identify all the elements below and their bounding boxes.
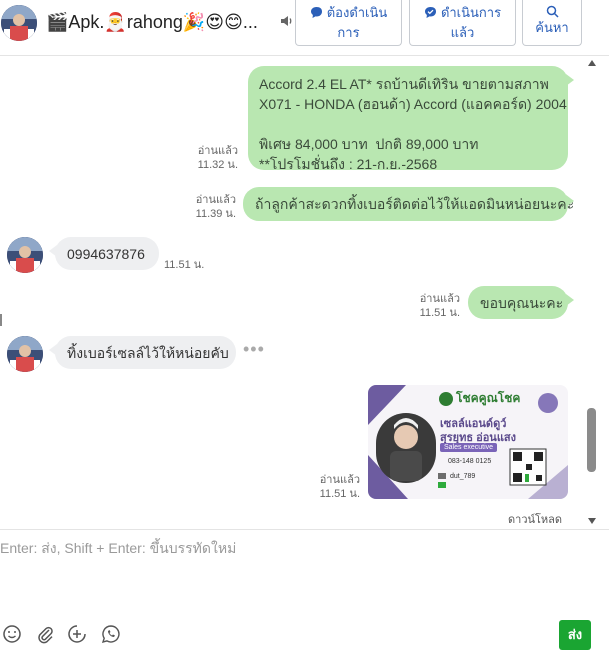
- chat-title: 🎬Apk.🎅rahong🎉😍😊...: [46, 12, 258, 32]
- done-label: ดำเนินการ แล้ว: [440, 5, 502, 40]
- speaker-icon[interactable]: [279, 13, 295, 29]
- message-meta: อ่านแล้ว 11.39 น.: [188, 193, 236, 221]
- whatsapp-icon[interactable]: [101, 624, 121, 644]
- add-icon[interactable]: [67, 624, 87, 644]
- message-composer: ส่ง: [0, 529, 609, 659]
- chat-check-icon: [424, 7, 436, 18]
- card-role: Sales executive: [440, 443, 498, 452]
- message-time: 11.51 น.: [164, 259, 205, 271]
- message-bubble-incoming[interactable]: ทิ้งเบอร์เซลล์ไว้ให้หน่อยคับ: [49, 336, 236, 369]
- card-line: dut_789: [450, 473, 476, 480]
- scroll-down-arrow-icon[interactable]: [588, 518, 596, 524]
- read-status: อ่านแล้ว: [419, 293, 460, 305]
- message-time: 11.51 น.: [419, 307, 460, 319]
- send-button[interactable]: ส่ง: [559, 620, 591, 650]
- contact-avatar[interactable]: [7, 237, 43, 273]
- todo-label: ต้องดำเนิน การ: [326, 5, 388, 40]
- message-bubble-outgoing[interactable]: Accord 2.4 EL AT* รถบ้านดีเทิริน ขายตามส…: [248, 66, 574, 172]
- done-button[interactable]: ดำเนินการ แล้ว: [409, 0, 516, 46]
- more-options-icon[interactable]: •••: [243, 339, 265, 360]
- read-status: อ่านแล้ว: [319, 474, 360, 486]
- chat-window: 🎬Apk.🎅rahong🎉😍😊... ต้องดำเนิน การ ดำเนิน…: [0, 0, 609, 659]
- search-label: ค้นหา: [535, 20, 569, 35]
- search-icon: [546, 5, 559, 18]
- chat-bubble-icon: [310, 7, 322, 18]
- message-list[interactable]: อ่านแล้ว 11.32 น. Accord 2.4 EL AT* รถบ้…: [0, 56, 599, 528]
- message-scrollbar[interactable]: [586, 56, 599, 528]
- scroll-up-arrow-icon[interactable]: [588, 60, 596, 66]
- business-card-image[interactable]: โชคคูณโชค เซลล์แอนด์ดูว์ สุรยุทธ อ่อนแสง…: [368, 385, 568, 499]
- text-cursor: [0, 314, 2, 326]
- message-time: 11.39 น.: [195, 208, 236, 220]
- read-status: อ่านแล้ว: [197, 145, 238, 157]
- search-button[interactable]: ค้นหา: [522, 0, 582, 46]
- message-time: 11.32 น.: [197, 159, 238, 171]
- message-bubble-incoming[interactable]: 0994637876: [49, 237, 159, 270]
- chat-header: 🎬Apk.🎅rahong🎉😍😊... ต้องดำเนิน การ ดำเนิน…: [0, 0, 609, 56]
- message-bubble-outgoing[interactable]: ขอบคุณนะคะ: [468, 286, 574, 319]
- contact-avatar[interactable]: [7, 336, 43, 372]
- emoji-icon[interactable]: [2, 624, 22, 644]
- message-bubble-outgoing[interactable]: ถ้าลูกค้าสะดวกทิ้งเบอร์ติดต่อไว้ให้แอดมิ…: [243, 187, 574, 221]
- message-meta: อ่านแล้ว 11.51 น.: [412, 292, 460, 320]
- message-input[interactable]: [0, 538, 600, 610]
- contact-avatar[interactable]: [1, 5, 37, 41]
- download-link[interactable]: ดาวน์โหลด: [508, 510, 562, 528]
- attach-icon[interactable]: [35, 624, 55, 644]
- todo-button[interactable]: ต้องดำเนิน การ: [295, 0, 402, 46]
- scroll-thumb[interactable]: [587, 408, 596, 472]
- message-meta: อ่านแล้ว 11.32 น.: [190, 144, 238, 172]
- card-brand: โชคคูณโชค: [456, 391, 521, 405]
- message-time: 11.51 น.: [319, 488, 360, 500]
- message-meta: อ่านแล้ว 11.51 น.: [312, 473, 360, 501]
- read-status: อ่านแล้ว: [195, 194, 236, 206]
- card-phone: 083-148 0125: [448, 458, 492, 465]
